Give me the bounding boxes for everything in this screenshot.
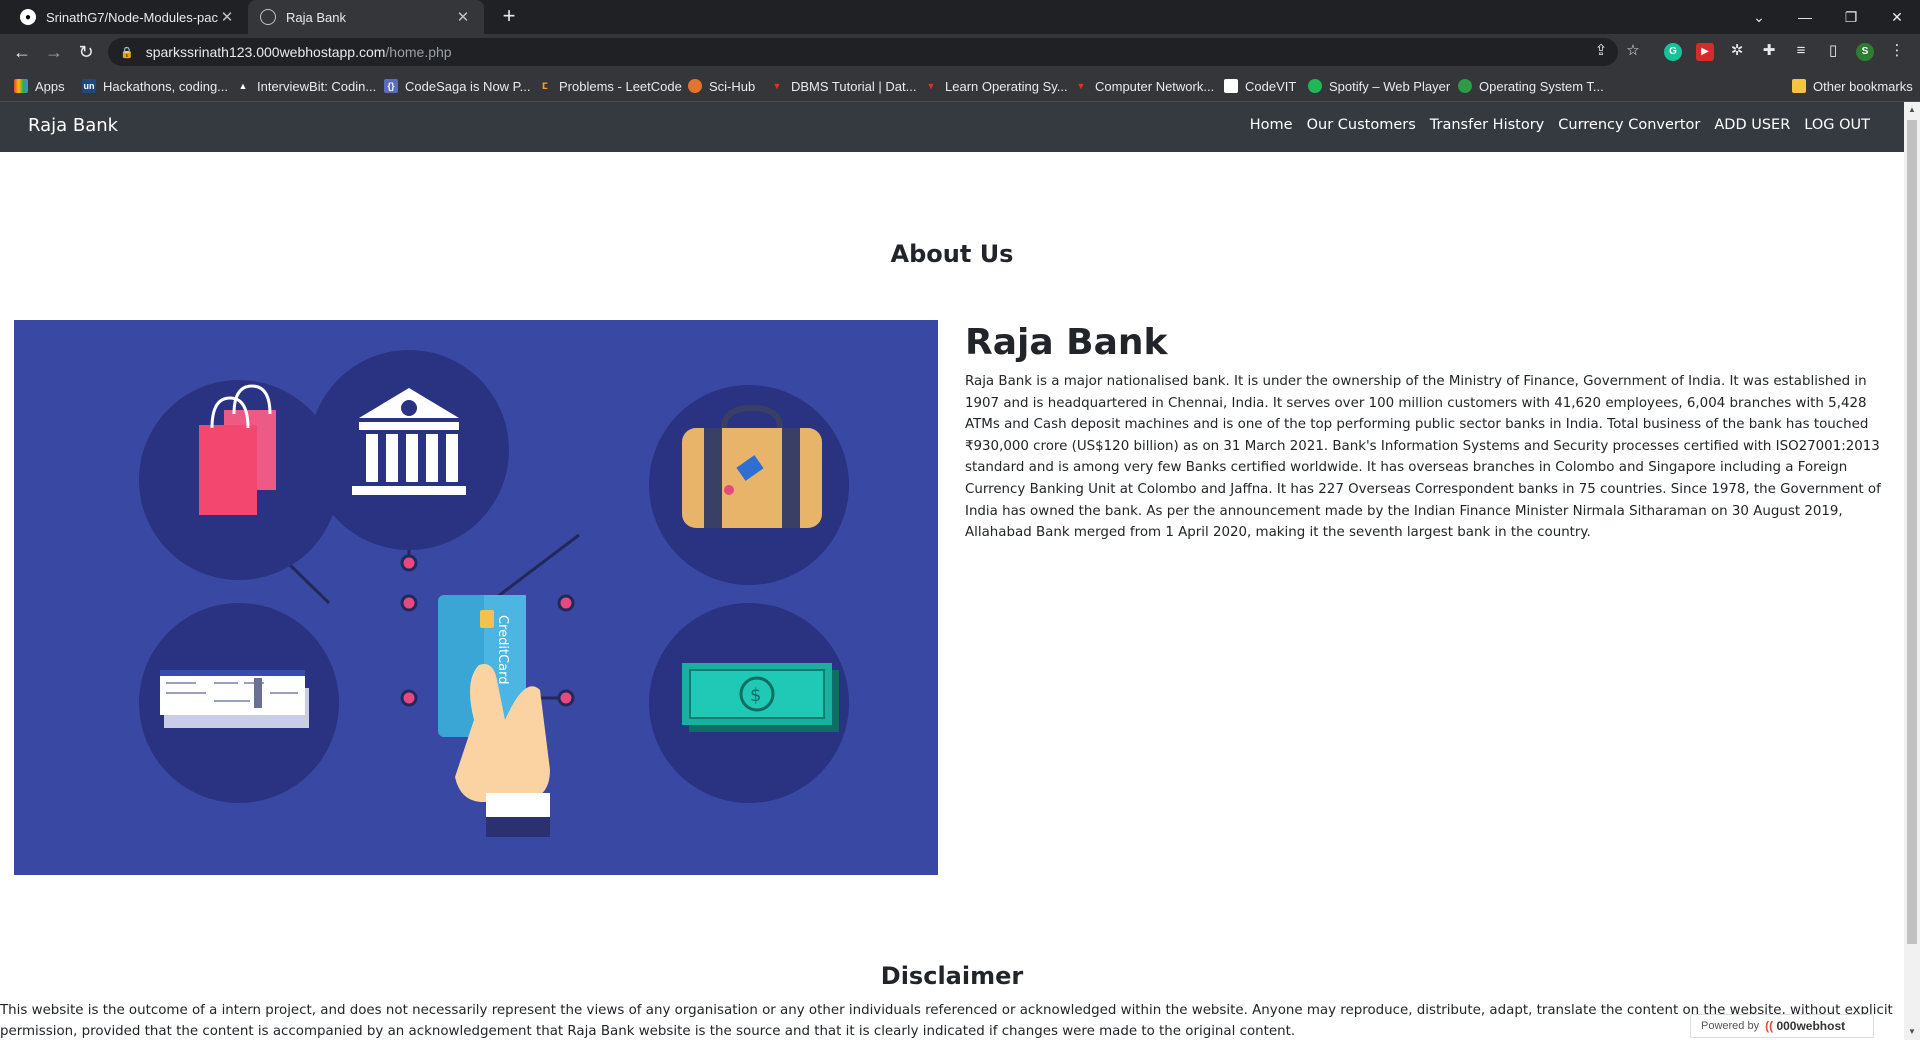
scihub-icon <box>688 79 702 93</box>
media-controls-icon[interactable]: ≡ <box>1790 40 1812 62</box>
webhost-logo: (( 000webhost <box>1765 1019 1845 1033</box>
scroll-up-arrow-icon[interactable]: ▲ <box>1904 102 1920 118</box>
unstop-icon: un <box>82 79 96 93</box>
extensions-puzzle-icon[interactable]: ✚ <box>1758 40 1780 62</box>
bookmark-scihub[interactable]: Sci-Hub <box>688 76 755 96</box>
spotify-icon <box>1308 79 1322 93</box>
scrollbar-thumb[interactable] <box>1907 120 1917 944</box>
url-host: sparkssrinath123.000webhostapp.com <box>145 44 386 60</box>
bookmark-label: DBMS Tutorial | Dat... <box>791 78 917 94</box>
other-bookmarks[interactable]: Other bookmarks <box>1792 76 1913 96</box>
tutorial-icon: ▼ <box>1076 81 1086 91</box>
bookmark-label: Spotify – Web Player <box>1329 78 1451 94</box>
about-heading: About Us <box>890 240 1014 268</box>
menu-kebab-icon[interactable]: ⋮ <box>1886 40 1908 62</box>
address-bar[interactable]: 🔒 sparkssrinath123.000webhostapp.com/hom… <box>108 38 1618 66</box>
url-path: /home.php <box>385 44 452 60</box>
globe-icon <box>260 9 276 25</box>
folder-icon <box>1792 79 1806 93</box>
tutorial-icon: ▼ <box>772 81 782 91</box>
bookmark-label: InterviewBit: Codin... <box>257 78 377 94</box>
bookmarks-bar: Apps un Hackathons, coding... ▲ InterviewB… <box>0 70 1920 102</box>
nav-log-out[interactable]: LOG OUT <box>1804 117 1870 133</box>
leetcode-icon: ⵎ <box>541 81 549 91</box>
profile-avatar[interactable]: S <box>1856 43 1874 61</box>
bookmark-spotify[interactable]: Spotify – Web Player <box>1308 76 1450 96</box>
restore-icon[interactable]: ❐ <box>1828 0 1874 34</box>
svg-text:$: $ <box>750 685 761 706</box>
bookmark-label: Sci-Hub <box>709 78 756 94</box>
bank-title: Raja Bank <box>965 322 1168 363</box>
nav-currency-convertor[interactable]: Currency Convertor <box>1558 117 1700 133</box>
tab-title: Raja Bank <box>286 9 346 25</box>
bookmark-label: Other bookmarks <box>1813 78 1913 94</box>
navbar-links: Home Our Customers Transfer History Curr… <box>1250 117 1870 133</box>
site-navbar: Raja Bank Home Our Customers Transfer Hi… <box>0 102 1904 152</box>
nav-home[interactable]: Home <box>1250 117 1293 133</box>
bookmark-os-tutorial[interactable]: Operating System T... <box>1458 76 1604 96</box>
tab-raja-bank[interactable]: Raja Bank ✕ <box>248 0 484 34</box>
minimize-icon[interactable]: — <box>1782 0 1828 34</box>
bookmark-codesaga[interactable]: {} CodeSaga is Now P... <box>384 76 531 96</box>
close-tab-icon[interactable]: ✕ <box>218 8 236 26</box>
bookmark-label: Operating System T... <box>1479 78 1604 94</box>
bookmark-leetcode[interactable]: ⵎ Problems - LeetCode <box>538 76 682 96</box>
bookmark-label: CodeSaga is Now P... <box>405 78 531 94</box>
close-tab-icon[interactable]: ✕ <box>454 8 472 26</box>
os-icon <box>1458 79 1472 93</box>
tab-title: SrinathG7/Node-Modules-packa <box>46 9 218 25</box>
bookmark-networks[interactable]: ▼ Computer Network... <box>1074 76 1215 96</box>
github-icon: ● <box>20 9 36 25</box>
bank-description: Raja Bank is a major nationalised bank. … <box>965 374 1881 541</box>
apps-grid-icon <box>14 79 28 93</box>
bookmark-label: Computer Network... <box>1095 78 1215 94</box>
extension-red-icon[interactable]: ▶ <box>1696 43 1714 61</box>
bookmark-apps[interactable]: Apps <box>14 76 65 96</box>
bookmark-dbms[interactable]: ▼ DBMS Tutorial | Dat... <box>770 76 917 96</box>
bookmark-label: Hackathons, coding... <box>103 78 229 94</box>
navbar-brand[interactable]: Raja Bank <box>28 115 118 136</box>
lock-icon[interactable]: 🔒 <box>120 46 134 59</box>
banking-illustration: $ CreditCard <box>14 320 938 875</box>
powered-by-label: Powered by <box>1701 1020 1760 1032</box>
back-icon[interactable]: ← <box>10 40 34 64</box>
tutorial-icon: ▼ <box>926 81 936 91</box>
webhost-logo-icon: (( <box>1765 1019 1774 1033</box>
tab-strip: ● SrinathG7/Node-Modules-packa ✕ Raja Ba… <box>0 0 1920 34</box>
nav-transfer-history[interactable]: Transfer History <box>1430 117 1545 133</box>
share-icon[interactable]: ⇪ <box>1590 40 1612 62</box>
bookmark-label: Learn Operating Sy... <box>945 78 1068 94</box>
disclaimer-text: This website is the outcome of a intern … <box>0 1003 1893 1039</box>
tab-github[interactable]: ● SrinathG7/Node-Modules-packa ✕ <box>8 0 248 34</box>
card-label: CreditCard <box>495 615 510 685</box>
new-tab-button[interactable]: + <box>496 4 522 30</box>
bookmark-codevit[interactable]: CodeVIT <box>1224 76 1296 96</box>
nav-add-user[interactable]: ADD USER <box>1714 117 1790 133</box>
reload-icon[interactable]: ↻ <box>74 40 98 64</box>
tab-search-icon[interactable]: ⌄ <box>1736 0 1782 34</box>
page-scrollbar[interactable]: ▲ ▼ <box>1904 102 1920 1040</box>
bookmark-star-icon[interactable]: ☆ <box>1622 40 1644 62</box>
codesaga-icon: {} <box>384 79 398 93</box>
page-viewport: Raja Bank Home Our Customers Transfer Hi… <box>0 102 1904 1040</box>
browser-toolbar: ← → ↻ 🔒 sparkssrinath123.000webhostapp.c… <box>0 34 1920 70</box>
side-panel-icon[interactable]: ▯ <box>1822 40 1844 62</box>
codevit-icon <box>1224 79 1238 93</box>
bookmark-label: Problems - LeetCode <box>559 78 682 94</box>
bookmark-interviewbit[interactable]: ▲ InterviewBit: Codin... <box>236 76 377 96</box>
forward-icon[interactable]: → <box>42 40 66 64</box>
extension-gear-icon[interactable]: ✲ <box>1726 40 1748 62</box>
close-window-icon[interactable]: ✕ <box>1874 0 1920 34</box>
interviewbit-icon: ▲ <box>238 81 248 91</box>
bookmark-label: CodeVIT <box>1245 78 1297 94</box>
powered-by-badge[interactable]: Powered by (( 000webhost <box>1690 1014 1874 1038</box>
webhost-brand: 000webhost <box>1776 1019 1846 1033</box>
scroll-down-arrow-icon[interactable]: ▼ <box>1904 1024 1920 1040</box>
disclaimer-heading: Disclaimer <box>880 962 1024 990</box>
bookmark-os[interactable]: ▼ Learn Operating Sy... <box>924 76 1068 96</box>
bookmark-hackathons[interactable]: un Hackathons, coding... <box>82 76 228 96</box>
nav-our-customers[interactable]: Our Customers <box>1307 117 1416 133</box>
grammarly-icon[interactable]: G <box>1664 43 1682 61</box>
bookmark-label: Apps <box>35 78 65 94</box>
